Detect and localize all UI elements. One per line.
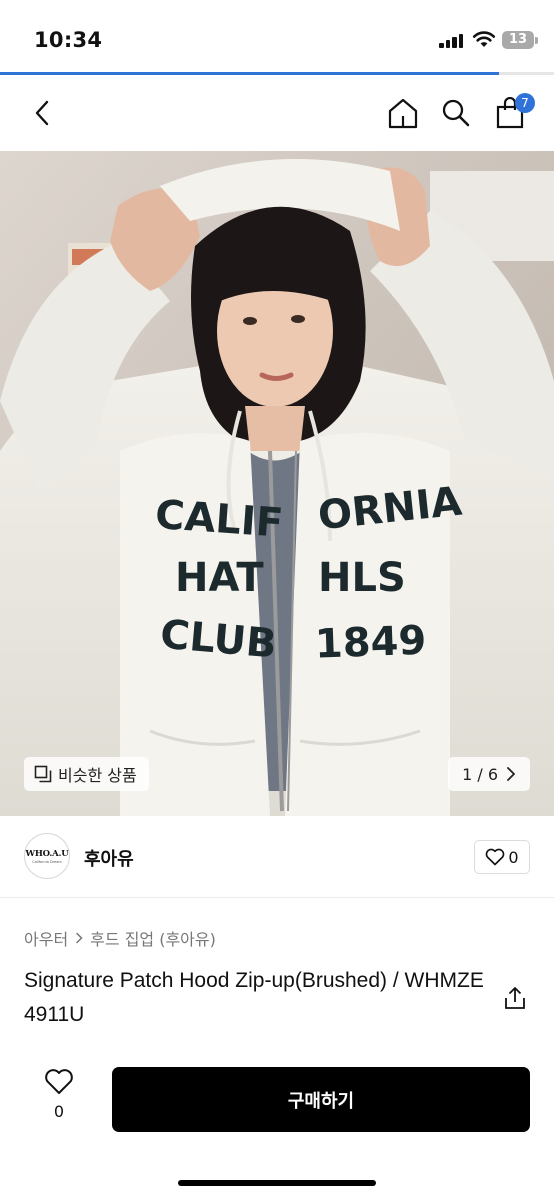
brand-logo-subtext: California Dream [32, 859, 62, 864]
home-indicator [178, 1180, 376, 1186]
status-time: 10:34 [34, 28, 103, 52]
product-photo: CALIF ORNIA HAT HLS CLUB 1849 [0, 151, 554, 816]
brand-logo-text: WHO.A.U [25, 848, 69, 859]
cart-count-badge: 7 [515, 93, 535, 113]
wishlist-button[interactable]: 0 [30, 1068, 88, 1121]
chevron-right-icon [74, 929, 84, 948]
search-button[interactable] [436, 75, 476, 151]
brand-name-link[interactable]: 후아유 [84, 845, 134, 871]
battery-icon: 13 [502, 31, 534, 49]
similar-items-icon [34, 765, 52, 783]
home-icon [388, 98, 418, 129]
product-image-carousel[interactable]: CALIF ORNIA HAT HLS CLUB 1849 비슷한 상품 1 /… [0, 151, 554, 816]
search-icon [442, 99, 470, 127]
signal-icon [439, 34, 465, 48]
page-indicator-text: 1 / 6 [462, 764, 498, 784]
breadcrumb-hood-zipup[interactable]: 후드 집업 (후아유) [90, 926, 216, 950]
similar-products-label: 비슷한 상품 [58, 766, 137, 785]
hoodie-letters: HAT [175, 555, 264, 601]
home-button[interactable] [383, 75, 423, 151]
back-button[interactable] [22, 75, 62, 151]
category-breadcrumb: 아우터 후드 집업 (후아유) [24, 926, 216, 950]
hoodie-letters: HLS [318, 555, 406, 601]
chevron-right-icon [507, 767, 515, 781]
hoodie-letters: CALIF [154, 492, 285, 547]
buy-button[interactable]: 구매하기 [112, 1067, 530, 1132]
brand-row: WHO.A.U California Dream 후아유 0 [0, 816, 554, 898]
similar-products-button[interactable]: 비슷한 상품 [24, 757, 149, 791]
hoodie-letters: 1849 [314, 618, 427, 668]
battery-tip [535, 37, 538, 44]
top-nav-bar: 7 [0, 75, 554, 151]
share-icon [505, 987, 525, 1009]
breadcrumb-outer[interactable]: 아우터 [24, 926, 68, 950]
heart-icon [45, 1069, 73, 1094]
image-page-indicator[interactable]: 1 / 6 [448, 757, 530, 791]
wishlist-count: 0 [53, 1102, 65, 1121]
cart-button[interactable]: 7 [490, 75, 535, 151]
wifi-icon [472, 31, 496, 47]
brand-like-button[interactable]: 0 [474, 840, 530, 874]
heart-icon [486, 848, 505, 866]
status-bar: 10:34 13 [0, 0, 554, 72]
brand-like-count: 0 [508, 847, 519, 867]
share-button[interactable] [503, 985, 527, 1011]
product-title: Signature Patch Hood Zip-up(Brushed) / W… [24, 969, 484, 1026]
chevron-left-icon [35, 100, 49, 126]
brand-logo[interactable]: WHO.A.U California Dream [24, 833, 70, 879]
